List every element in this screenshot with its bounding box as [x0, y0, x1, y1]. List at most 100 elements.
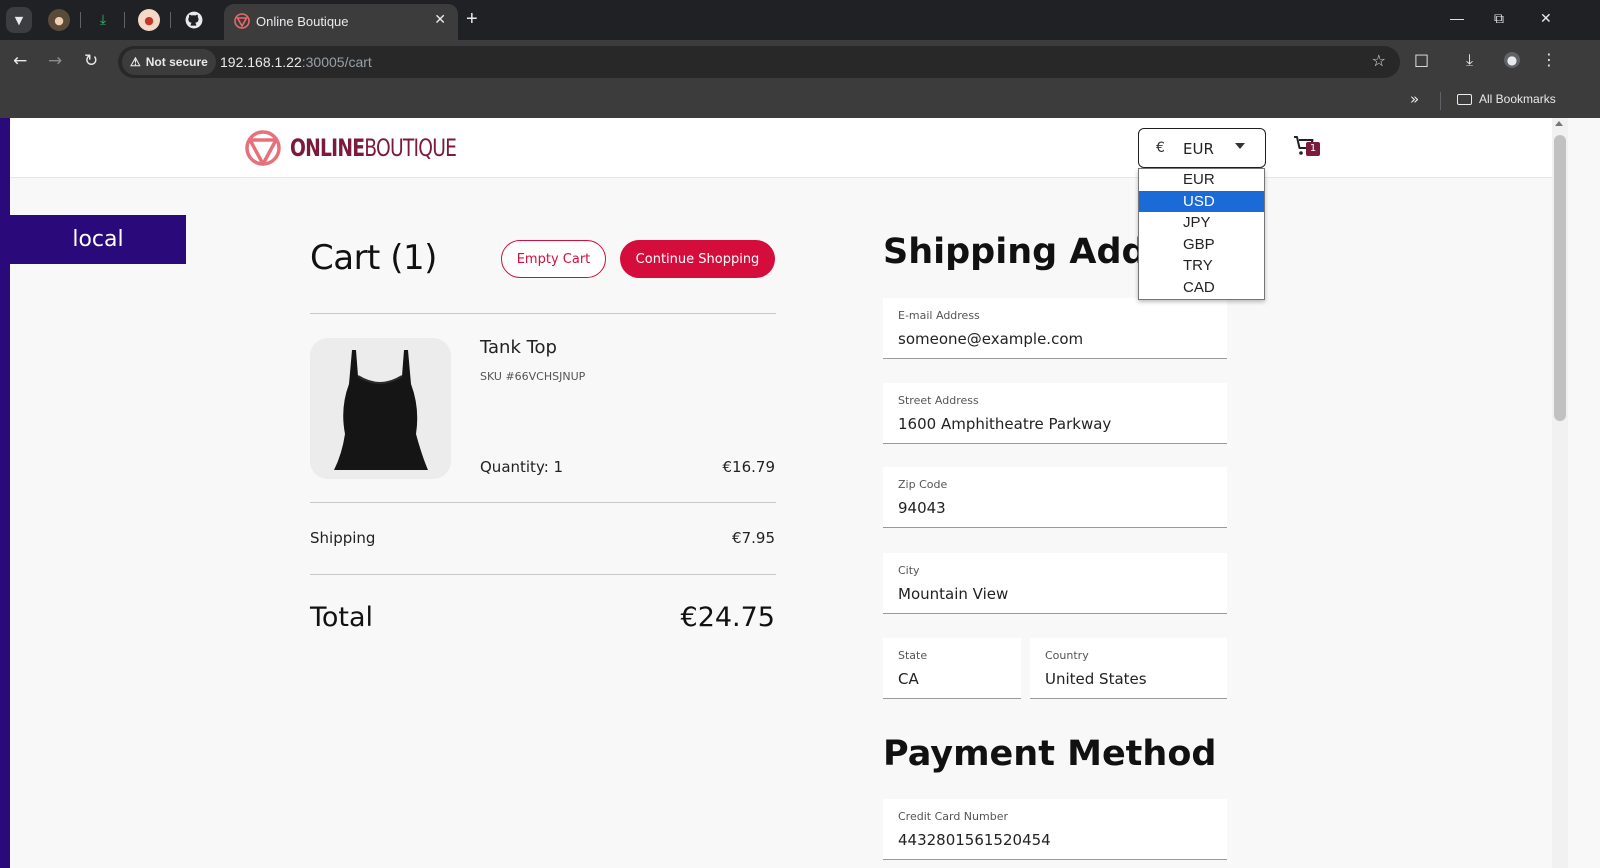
product-name[interactable]: Tank Top: [480, 337, 557, 358]
zip-label: Zip Code: [898, 478, 948, 491]
currency-option[interactable]: JPY: [1139, 212, 1264, 234]
logo-wordmark: ONLINEBOUTIQUE: [290, 134, 457, 162]
total-value: €24.75: [680, 602, 775, 633]
boutique-favicon-icon: [234, 13, 250, 29]
product-price: €16.79: [722, 458, 776, 476]
cart-button[interactable]: 1: [1292, 134, 1326, 162]
currency-option[interactable]: GBP: [1139, 234, 1264, 256]
bookmark-star-icon[interactable]: ☆: [1372, 51, 1386, 70]
city-value: Mountain View: [898, 585, 1009, 603]
url-path: :30005/cart: [301, 54, 372, 70]
zip-code-field[interactable]: Zip Code 94043: [883, 467, 1227, 528]
downloads-icon[interactable]: ⤓: [1466, 50, 1473, 70]
site-logo[interactable]: ONLINEBOUTIQUE: [244, 128, 503, 168]
extensions-icon[interactable]: □: [1414, 50, 1429, 69]
url-text[interactable]: 192.168.1.22:30005/cart: [220, 54, 372, 70]
forward-button[interactable]: →: [48, 51, 62, 71]
pinned-tab-download-icon[interactable]: ⤓: [92, 9, 114, 31]
state-label: State: [898, 649, 928, 662]
state-field[interactable]: State CA: [883, 638, 1021, 699]
minimize-window-button[interactable]: —: [1450, 10, 1464, 26]
restore-window-button[interactable]: ⧉: [1494, 10, 1504, 27]
empty-cart-button[interactable]: Empty Cart: [501, 240, 606, 278]
tab-separator: [80, 12, 81, 28]
pinned-tab-avatar2-icon[interactable]: ●: [138, 9, 160, 31]
divider: [310, 313, 776, 314]
total-label: Total: [310, 602, 374, 633]
chevron-down-icon: ▼: [14, 13, 24, 27]
close-tab-icon[interactable]: ✕: [434, 12, 446, 28]
browser-tab-bar: ▼ ● ⤓ ● Online Boutique ✕ + — ⧉ ✕: [0, 0, 1600, 40]
folder-icon: [1457, 93, 1472, 105]
street-label: Street Address: [898, 394, 979, 407]
tab-title: Online Boutique: [256, 14, 349, 29]
email-label: E-mail Address: [898, 309, 980, 322]
currency-option[interactable]: EUR: [1139, 169, 1264, 191]
tank-top-image: [310, 338, 451, 479]
currency-dropdown-list: EUR USD JPY GBP TRY CAD: [1138, 168, 1265, 300]
url-host: 192.168.1.22: [220, 54, 302, 70]
product-sku: SKU #66VCHSJNUP: [480, 370, 586, 383]
address-bar[interactable]: ⚠ Not secure 192.168.1.22:30005/cart ☆: [118, 46, 1400, 78]
shipping-label: Shipping: [310, 529, 376, 547]
currency-option[interactable]: CAD: [1139, 277, 1264, 299]
country-label: Country: [1045, 649, 1089, 662]
country-field[interactable]: Country United States: [1030, 638, 1227, 699]
card-value: 4432801561520454: [898, 831, 1051, 849]
divider: [310, 574, 776, 575]
continue-shopping-button[interactable]: Continue Shopping: [620, 240, 775, 278]
scrollbar-thumb[interactable]: [1554, 135, 1566, 421]
currency-option-highlighted[interactable]: USD: [1139, 190, 1264, 213]
state-value: CA: [898, 670, 919, 688]
all-bookmarks-label: All Bookmarks: [1479, 92, 1556, 106]
back-button[interactable]: ←: [13, 51, 27, 71]
chrome-menu-icon[interactable]: ⋮: [1541, 50, 1557, 69]
street-value: 1600 Amphitheatre Parkway: [898, 415, 1112, 433]
credit-card-field[interactable]: Credit Card Number 4432801561520454: [883, 799, 1227, 860]
tab-separator: [170, 12, 171, 28]
cart-count-badge: 1: [1306, 142, 1320, 156]
reload-button[interactable]: ↻: [84, 51, 98, 71]
bookmarks-bar: » All Bookmarks: [0, 84, 1600, 118]
street-address-field[interactable]: Street Address 1600 Amphitheatre Parkway: [883, 383, 1227, 444]
new-tab-button[interactable]: +: [466, 8, 478, 31]
card-label: Credit Card Number: [898, 810, 1008, 823]
currency-symbol: €: [1156, 140, 1165, 156]
tab-search-button[interactable]: ▼: [6, 7, 32, 33]
currency-selected-value: EUR: [1183, 140, 1214, 158]
currency-select[interactable]: € EUR: [1138, 128, 1266, 168]
payment-method-title: Payment Method: [883, 734, 1217, 774]
boutique-logo-icon: [245, 130, 281, 166]
window-edge: [1568, 118, 1600, 868]
pinned-tab-avatar-icon[interactable]: ●: [48, 9, 70, 31]
shipping-value: €7.95: [732, 529, 775, 547]
page-viewport: ONLINEBOUTIQUE € EUR 1 EUR USD JPY GBP T…: [0, 118, 1600, 868]
bookmarks-separator: [1440, 92, 1441, 110]
scroll-up-arrow-icon[interactable]: [1555, 121, 1563, 126]
more-bookmarks-icon[interactable]: »: [1410, 90, 1419, 108]
logo-bold-text: ONLINE: [290, 134, 365, 162]
security-label: Not secure: [145, 55, 208, 69]
logo-light-text: BOUTIQUE: [364, 134, 457, 162]
environment-badge: local: [10, 215, 186, 264]
profile-avatar-icon[interactable]: ●: [1504, 52, 1520, 68]
product-image[interactable]: [310, 338, 451, 479]
email-value: someone@example.com: [898, 330, 1084, 348]
email-field[interactable]: E-mail Address someone@example.com: [883, 298, 1227, 359]
close-window-button[interactable]: ✕: [1540, 10, 1552, 27]
tab-online-boutique[interactable]: Online Boutique ✕: [224, 4, 458, 40]
tab-separator: [124, 12, 125, 28]
city-field[interactable]: City Mountain View: [883, 553, 1227, 614]
all-bookmarks-button[interactable]: All Bookmarks: [1457, 92, 1556, 106]
site-header: ONLINEBOUTIQUE € EUR 1: [10, 118, 1552, 178]
browser-toolbar: ← → ↻ ⚠ Not secure 192.168.1.22:30005/ca…: [0, 40, 1600, 84]
github-icon[interactable]: [183, 9, 205, 31]
cart-title: Cart (1): [310, 238, 437, 278]
country-value: United States: [1045, 670, 1147, 688]
product-quantity: Quantity: 1: [480, 458, 564, 476]
city-label: City: [898, 564, 920, 577]
currency-option[interactable]: TRY: [1139, 255, 1264, 277]
divider: [310, 502, 776, 503]
security-indicator[interactable]: ⚠ Not secure: [122, 49, 216, 75]
warning-triangle-icon: ⚠: [130, 55, 141, 69]
